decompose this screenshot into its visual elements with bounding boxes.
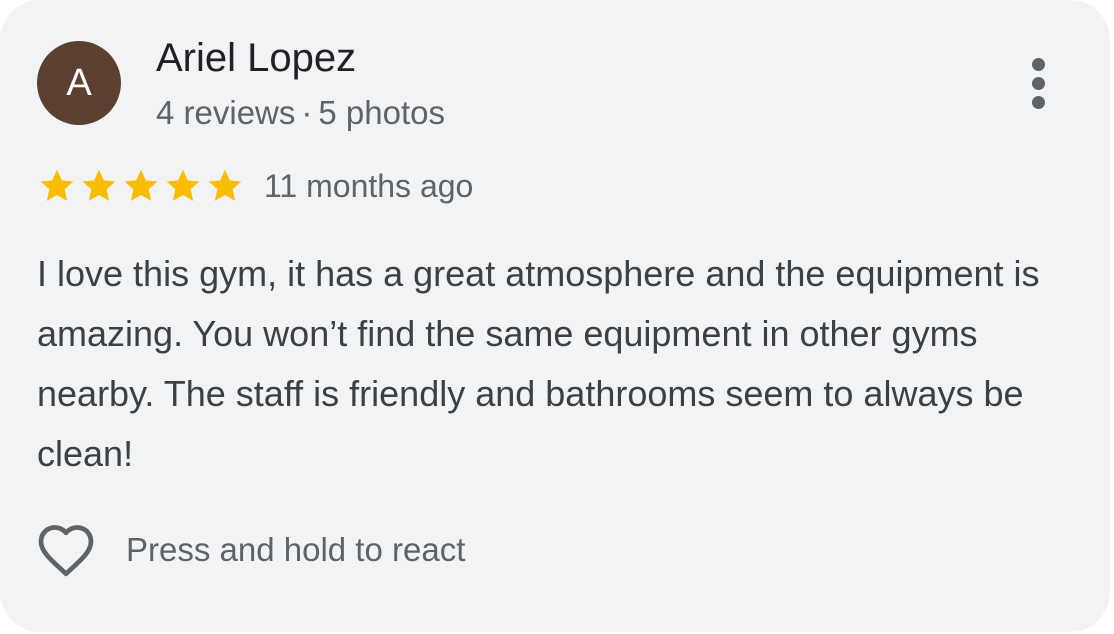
star-rating [36, 166, 246, 206]
react-label: Press and hold to react [126, 531, 466, 568]
star-icon [124, 169, 158, 201]
reviewer-meta: 4 reviews · 5 photos [156, 94, 445, 132]
star-icon [166, 169, 200, 201]
star-icon [82, 169, 116, 201]
reviewer-name[interactable]: Ariel Lopez [156, 36, 356, 81]
more-vert-icon-dot [1031, 58, 1045, 71]
review-time: 11 months ago [264, 168, 474, 204]
star-icon [40, 169, 74, 201]
more-vert-icon-dot [1031, 96, 1045, 109]
review-card: A Ariel Lopez 4 reviews · 5 photos 11 mont… [0, 0, 1110, 632]
review-text: I love this gym, it has a great atmosphe… [37, 253, 1040, 474]
avatar[interactable]: A [37, 41, 121, 125]
meta-separator: · [301, 94, 313, 131]
heart-outline-icon[interactable] [36, 522, 96, 578]
react-button[interactable]: Press and hold to react [36, 522, 465, 578]
star-icon [208, 169, 242, 201]
reviews-count: 4 reviews [156, 94, 296, 131]
more-vert-icon-dot [1031, 77, 1045, 90]
more-options-button[interactable] [1018, 55, 1058, 115]
photos-count: 5 photos [318, 94, 445, 131]
